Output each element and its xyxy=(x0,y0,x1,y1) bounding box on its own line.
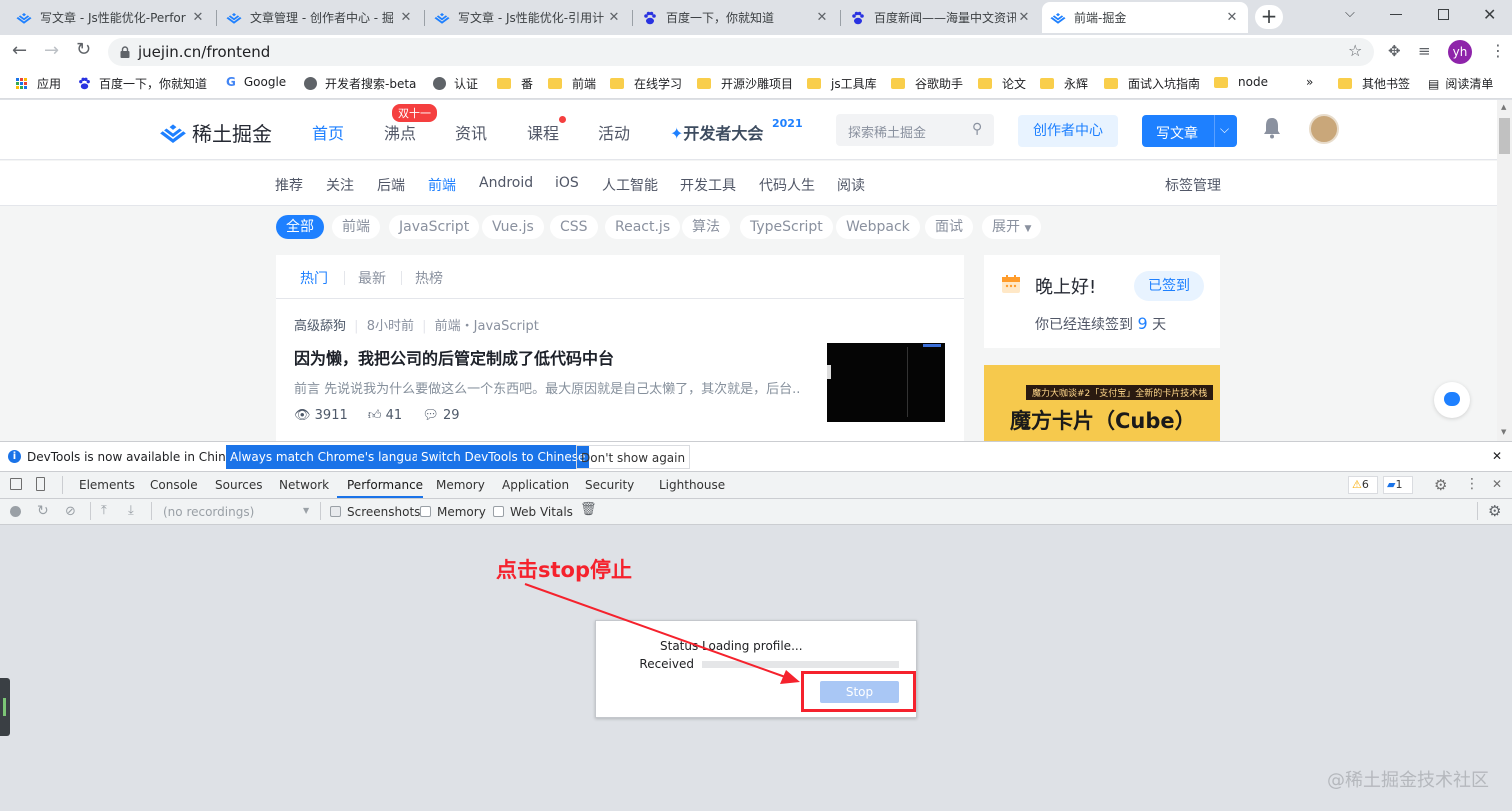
annotation-arrow xyxy=(524,583,800,684)
